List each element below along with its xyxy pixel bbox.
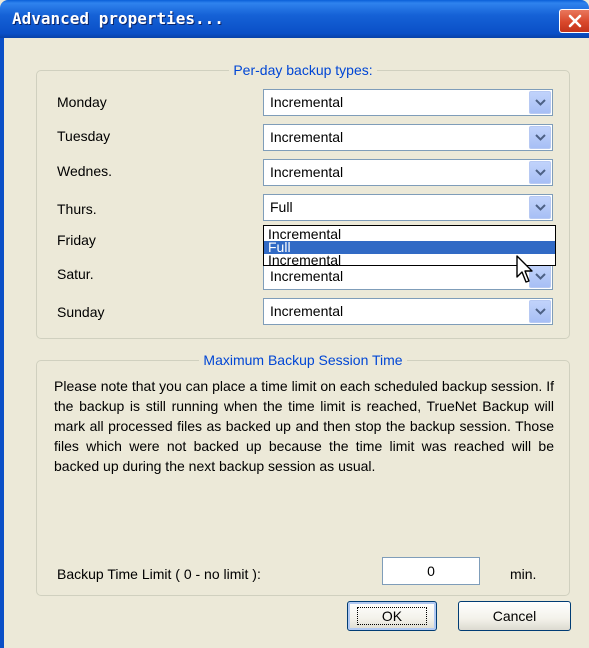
day-label-tuesday: Tuesday	[57, 128, 111, 144]
chevron-down-icon	[534, 308, 546, 315]
close-button[interactable]	[559, 9, 589, 33]
dropdown-option-incremental[interactable]: Incremental	[264, 253, 555, 267]
window-frame-left	[0, 38, 4, 648]
backup-type-value: Full	[270, 199, 293, 215]
day-label-sunday: Sunday	[57, 304, 105, 320]
ok-button-label: OK	[356, 607, 428, 625]
dropdown-button[interactable]	[529, 300, 551, 323]
day-label-saturday: Satur.	[57, 266, 94, 282]
backup-type-value: Incremental	[270, 94, 344, 110]
session-time-note: Please note that you can place a time li…	[54, 378, 554, 474]
day-label-friday: Friday	[57, 232, 96, 248]
title-bar: Advanced properties...	[0, 0, 589, 38]
chevron-down-icon	[534, 134, 546, 141]
ok-button[interactable]: OK	[347, 601, 437, 631]
backup-type-value: Incremental	[270, 268, 344, 284]
backup-type-value: Incremental	[270, 303, 344, 319]
backup-type-dropdown-list: Incremental Full Incremental	[263, 225, 556, 267]
chevron-down-icon	[534, 99, 546, 106]
cancel-button[interactable]: Cancel	[458, 601, 571, 631]
time-limit-input[interactable]	[382, 557, 480, 585]
max-session-time-legend: Maximum Backup Session Time	[203, 352, 403, 368]
chevron-down-icon	[534, 204, 546, 211]
dropdown-button[interactable]	[529, 196, 551, 219]
advanced-properties-dialog: Advanced properties... Per-day backup ty…	[0, 0, 589, 648]
time-limit-label: Backup Time Limit ( 0 - no limit ):	[57, 566, 261, 582]
backup-type-select-thursday[interactable]: Full	[263, 194, 553, 221]
day-label-monday: Monday	[57, 94, 107, 110]
dropdown-option-incremental[interactable]: Incremental	[264, 227, 555, 241]
cancel-button-label: Cancel	[492, 608, 537, 624]
dropdown-button[interactable]	[529, 161, 551, 184]
backup-type-value: Incremental	[270, 129, 344, 145]
dropdown-button[interactable]	[529, 126, 551, 149]
backup-type-value: Incremental	[270, 164, 344, 180]
backup-type-select-wednesday[interactable]: Incremental	[263, 159, 553, 186]
day-label-thursday: Thurs.	[57, 201, 97, 217]
backup-type-select-sunday[interactable]: Incremental	[263, 298, 553, 325]
chevron-down-icon	[534, 169, 546, 176]
mouse-pointer-icon	[516, 255, 533, 283]
backup-type-select-monday[interactable]: Incremental	[263, 89, 553, 116]
time-limit-unit: min.	[510, 566, 537, 582]
day-label-wednesday: Wednes.	[57, 163, 112, 179]
per-day-backup-types-legend: Per-day backup types:	[233, 62, 373, 78]
window-title: Advanced properties...	[12, 9, 224, 28]
chevron-down-icon	[534, 273, 546, 280]
close-icon	[568, 14, 581, 28]
dropdown-button[interactable]	[529, 91, 551, 114]
backup-type-select-tuesday[interactable]: Incremental	[263, 124, 553, 151]
